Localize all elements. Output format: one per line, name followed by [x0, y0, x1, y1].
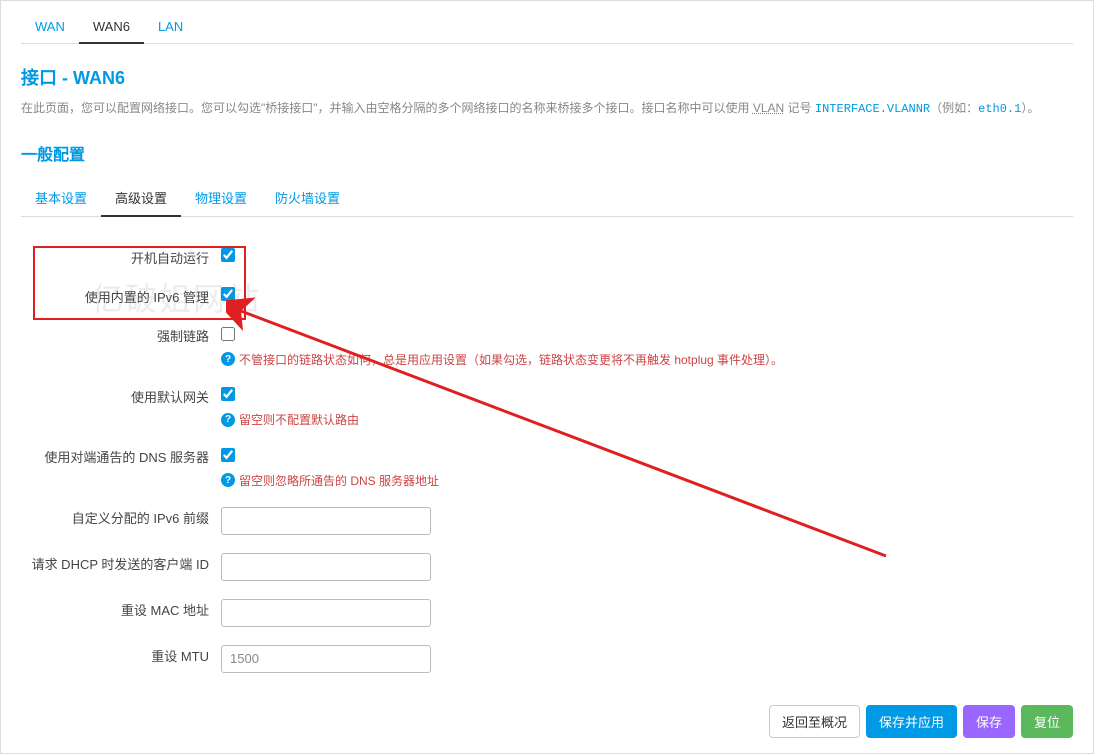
- checkbox-default-gw[interactable]: [221, 387, 235, 401]
- desc-text-3: （例如：: [930, 101, 978, 115]
- page-description: 在此页面，您可以配置网络接口。您可以勾选"桥接接口"，并输入由空格分隔的多个网络…: [21, 98, 1073, 121]
- label-mtu-override: 重设 MTU: [21, 645, 221, 666]
- input-mtu-override[interactable]: [221, 645, 431, 673]
- help-peer-dns: 留空则忽略所通告的 DNS 服务器地址: [239, 472, 439, 489]
- checkbox-ipv6-mgmt[interactable]: [221, 287, 235, 301]
- back-button[interactable]: 返回至概况: [769, 705, 860, 738]
- tab-lan[interactable]: LAN: [144, 11, 197, 43]
- label-force-link: 强制链路: [21, 325, 221, 346]
- vlan-notation: INTERFACE.VLANNR: [815, 102, 930, 116]
- save-apply-button[interactable]: 保存并应用: [866, 705, 957, 738]
- subtab-advanced[interactable]: 高级设置: [101, 180, 181, 217]
- subtab-firewall[interactable]: 防火墙设置: [261, 180, 354, 216]
- checkbox-auto-start[interactable]: [221, 248, 235, 262]
- subtab-physical[interactable]: 物理设置: [181, 180, 261, 216]
- checkbox-force-link[interactable]: [221, 327, 235, 341]
- input-dhcp-client-id[interactable]: [221, 553, 431, 581]
- button-bar: 返回至概况 保存并应用 保存 复位: [769, 705, 1073, 738]
- subtab-basic[interactable]: 基本设置: [21, 180, 101, 216]
- label-auto-start: 开机自动运行: [21, 247, 221, 268]
- tab-wan[interactable]: WAN: [21, 11, 79, 43]
- label-ipv6-mgmt: 使用内置的 IPv6 管理: [21, 286, 221, 307]
- help-icon: ?: [221, 352, 235, 366]
- sub-tabs: 基本设置 高级设置 物理设置 防火墙设置: [21, 180, 1073, 217]
- help-icon: ?: [221, 413, 235, 427]
- label-peer-dns: 使用对端通告的 DNS 服务器: [21, 446, 221, 467]
- save-button[interactable]: 保存: [963, 705, 1015, 738]
- help-force-link: 不管接口的链路状态如何，总是用应用设置（如果勾选，链路状态变更将不再触发 hot…: [239, 351, 783, 368]
- desc-text-4: ）。: [1021, 101, 1039, 115]
- desc-text-2: 记号: [784, 101, 815, 115]
- label-mac-override: 重设 MAC 地址: [21, 599, 221, 620]
- input-mac-override[interactable]: [221, 599, 431, 627]
- vlan-example: eth0.1: [978, 102, 1021, 116]
- desc-text-1: 在此页面，您可以配置网络接口。您可以勾选"桥接接口"，并输入由空格分隔的多个网络…: [21, 101, 753, 115]
- help-icon: ?: [221, 473, 235, 487]
- input-ipv6-prefix[interactable]: [221, 507, 431, 535]
- section-title: 一般配置: [21, 141, 1073, 165]
- reset-button[interactable]: 复位: [1021, 705, 1073, 738]
- label-ipv6-prefix: 自定义分配的 IPv6 前缀: [21, 507, 221, 528]
- page-title: 接口 - WAN6: [21, 64, 1073, 90]
- tab-wan6[interactable]: WAN6: [79, 11, 144, 44]
- label-dhcp-client-id: 请求 DHCP 时发送的客户端 ID: [21, 553, 221, 574]
- label-default-gw: 使用默认网关: [21, 386, 221, 407]
- top-tabs: WAN WAN6 LAN: [21, 1, 1073, 44]
- help-default-gw: 留空则不配置默认路由: [239, 411, 359, 428]
- checkbox-peer-dns[interactable]: [221, 448, 235, 462]
- vlan-abbr: VLAN: [753, 101, 784, 115]
